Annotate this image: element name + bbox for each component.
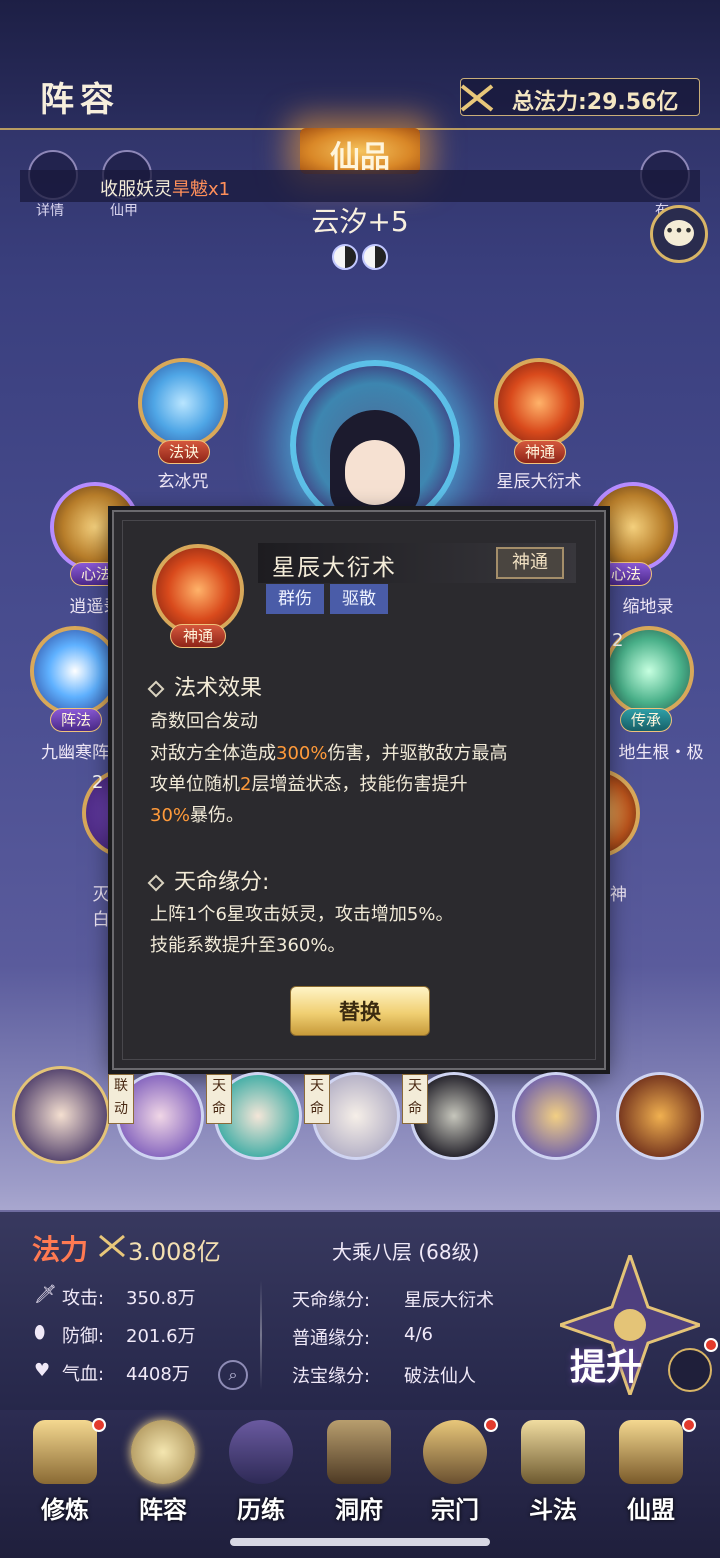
skill-icon-formation[interactable] bbox=[30, 626, 120, 716]
home-indicator[interactable] bbox=[230, 1538, 490, 1546]
skill-name-inherit: 地生根・极 bbox=[618, 743, 704, 763]
effect-section-title: 法术效果 bbox=[147, 670, 262, 702]
character-name: 云汐+5 bbox=[311, 205, 409, 238]
nav-cultivate[interactable]: 修炼 bbox=[20, 1420, 110, 1524]
power-label: 法力 bbox=[32, 1233, 89, 1266]
nav-adventure[interactable]: 历练 bbox=[216, 1420, 306, 1524]
nav-lineup[interactable]: 阵容 bbox=[118, 1420, 208, 1524]
sect-icon bbox=[423, 1420, 487, 1484]
popup-skill-title: 星辰大衍术 bbox=[272, 555, 397, 581]
fate-line-1: 上阵1个6星攻击妖灵，攻击增加5%。 bbox=[150, 904, 454, 925]
character-portrait[interactable] bbox=[345, 440, 405, 505]
skill-name-divine: 星辰大衍术 bbox=[496, 472, 582, 492]
search-icon[interactable]: ⌕ bbox=[218, 1360, 248, 1390]
notification-dot bbox=[92, 1418, 106, 1432]
avatar-tag-fate: 天命 bbox=[304, 1074, 330, 1124]
skill-name-formation: 九幽寒阵 bbox=[41, 743, 109, 763]
fate-value: 星辰大衍术 bbox=[404, 1290, 494, 1311]
attack-value: 350.8万 bbox=[126, 1288, 196, 1309]
treasure-slot[interactable] bbox=[512, 1072, 600, 1160]
defense-value: 201.6万 bbox=[126, 1326, 196, 1347]
skill-icon-divine[interactable] bbox=[494, 358, 584, 448]
skill-badge-inherit: 2 bbox=[612, 630, 624, 651]
treasure-fate-label: 法宝缘分: bbox=[292, 1366, 371, 1387]
duel-icon bbox=[521, 1420, 585, 1484]
trigger-text: 奇数回合发动 bbox=[150, 711, 258, 732]
effect-description: 对敌方全体造成300%伤害，并驱散敌方最高 攻单位随机2层增益状态，技能伤害提升… bbox=[150, 743, 508, 826]
yinyang-icon bbox=[332, 244, 358, 270]
fate-section-title: 天命缘分: bbox=[147, 864, 269, 896]
nav-label-lineup: 阵容 bbox=[139, 1496, 187, 1524]
crossed-swords-icon bbox=[99, 1234, 125, 1258]
normal-fate-value: 4/6 bbox=[404, 1324, 433, 1345]
skill-tag-inherit: 传承 bbox=[620, 708, 673, 732]
replace-button-label: 替换 bbox=[339, 1000, 381, 1024]
skill-tag-divine: 神通 bbox=[514, 440, 567, 464]
treasure-fate-value: 破法仙人 bbox=[404, 1366, 476, 1387]
avatar-tag-fate: 天命 bbox=[206, 1074, 232, 1124]
stats-divider bbox=[260, 1280, 262, 1390]
diamond-icon bbox=[147, 680, 165, 698]
nav-duel[interactable]: 斗法 bbox=[508, 1420, 598, 1524]
notification-dot bbox=[704, 1338, 718, 1352]
settings-gear-icon[interactable] bbox=[668, 1348, 712, 1392]
skill-badge-left-lower: 2 bbox=[92, 772, 104, 793]
skill-tag-formation: 阵法 bbox=[50, 708, 103, 732]
cave-icon bbox=[327, 1420, 391, 1484]
total-power-label: 总法力:29.56亿 bbox=[512, 90, 679, 115]
nav-alliance[interactable]: 仙盟 bbox=[606, 1420, 696, 1524]
popup-skill-type: 神通 bbox=[496, 547, 564, 579]
nav-label-cultivate: 修炼 bbox=[41, 1496, 89, 1524]
skill-tag-mind-right: 心法 bbox=[600, 562, 653, 586]
yinyang-icon bbox=[362, 244, 388, 270]
avatar-tag-fate: 天命 bbox=[402, 1074, 428, 1124]
crossed-swords-icon bbox=[460, 84, 494, 112]
skill-icon-spell[interactable] bbox=[138, 358, 228, 448]
divine-skill-icon bbox=[152, 544, 244, 636]
attack-label: 攻击: bbox=[62, 1288, 105, 1309]
nav-label-duel: 斗法 bbox=[529, 1496, 577, 1524]
upgrade-button-label: 提升 bbox=[570, 1347, 643, 1388]
nav-label-adventure: 历练 bbox=[237, 1496, 285, 1524]
fate-line-2: 技能系数提升至360%。 bbox=[150, 935, 346, 956]
nav-label-alliance: 仙盟 bbox=[627, 1496, 675, 1524]
hp-value: 4408万 bbox=[126, 1364, 190, 1385]
defense-label: 防御: bbox=[62, 1326, 105, 1347]
nav-label-cave: 洞府 bbox=[335, 1496, 383, 1524]
avatar-tag-link: 联动 bbox=[108, 1074, 134, 1124]
hp-label: 气血: bbox=[62, 1364, 105, 1385]
shield-icon: ⬮ bbox=[34, 1322, 46, 1343]
normal-fate-label: 普通缘分: bbox=[292, 1328, 371, 1349]
page-title: 阵容 bbox=[40, 80, 120, 120]
avatar-main[interactable] bbox=[12, 1066, 110, 1164]
popup-icon-tag: 神通 bbox=[170, 624, 226, 648]
nav-label-sect: 宗门 bbox=[431, 1496, 479, 1524]
nav-cave[interactable]: 洞府 bbox=[314, 1420, 404, 1524]
alliance-icon bbox=[619, 1420, 683, 1484]
diamond-icon bbox=[147, 874, 165, 892]
adventure-icon bbox=[229, 1420, 293, 1484]
scroll-slot[interactable] bbox=[616, 1072, 704, 1160]
keyword-aoe: 群伤 bbox=[266, 584, 324, 614]
realm-level: 大乘八层 (68级) bbox=[332, 1240, 480, 1264]
power-value: 3.008亿 bbox=[128, 1238, 221, 1266]
marquee-text: 收服妖灵旱魃x1 bbox=[100, 179, 231, 200]
skill-name-mind-right: 缩地录 bbox=[622, 597, 674, 617]
skill-tag-spell: 法诀 bbox=[158, 440, 211, 464]
notification-dot bbox=[484, 1418, 498, 1432]
fate-label: 天命缘分: bbox=[292, 1290, 371, 1311]
notification-dot bbox=[682, 1418, 696, 1432]
keyword-dispel: 驱散 bbox=[330, 584, 388, 614]
heart-icon: ♥ bbox=[34, 1360, 51, 1381]
cultivate-icon bbox=[33, 1420, 97, 1484]
nav-sect[interactable]: 宗门 bbox=[410, 1420, 500, 1524]
sword-icon: 🗡 bbox=[34, 1284, 57, 1305]
chat-dots-icon: ••• bbox=[664, 221, 694, 240]
skill-name-spell: 玄冰咒 bbox=[157, 472, 209, 492]
lineup-icon bbox=[131, 1420, 195, 1484]
